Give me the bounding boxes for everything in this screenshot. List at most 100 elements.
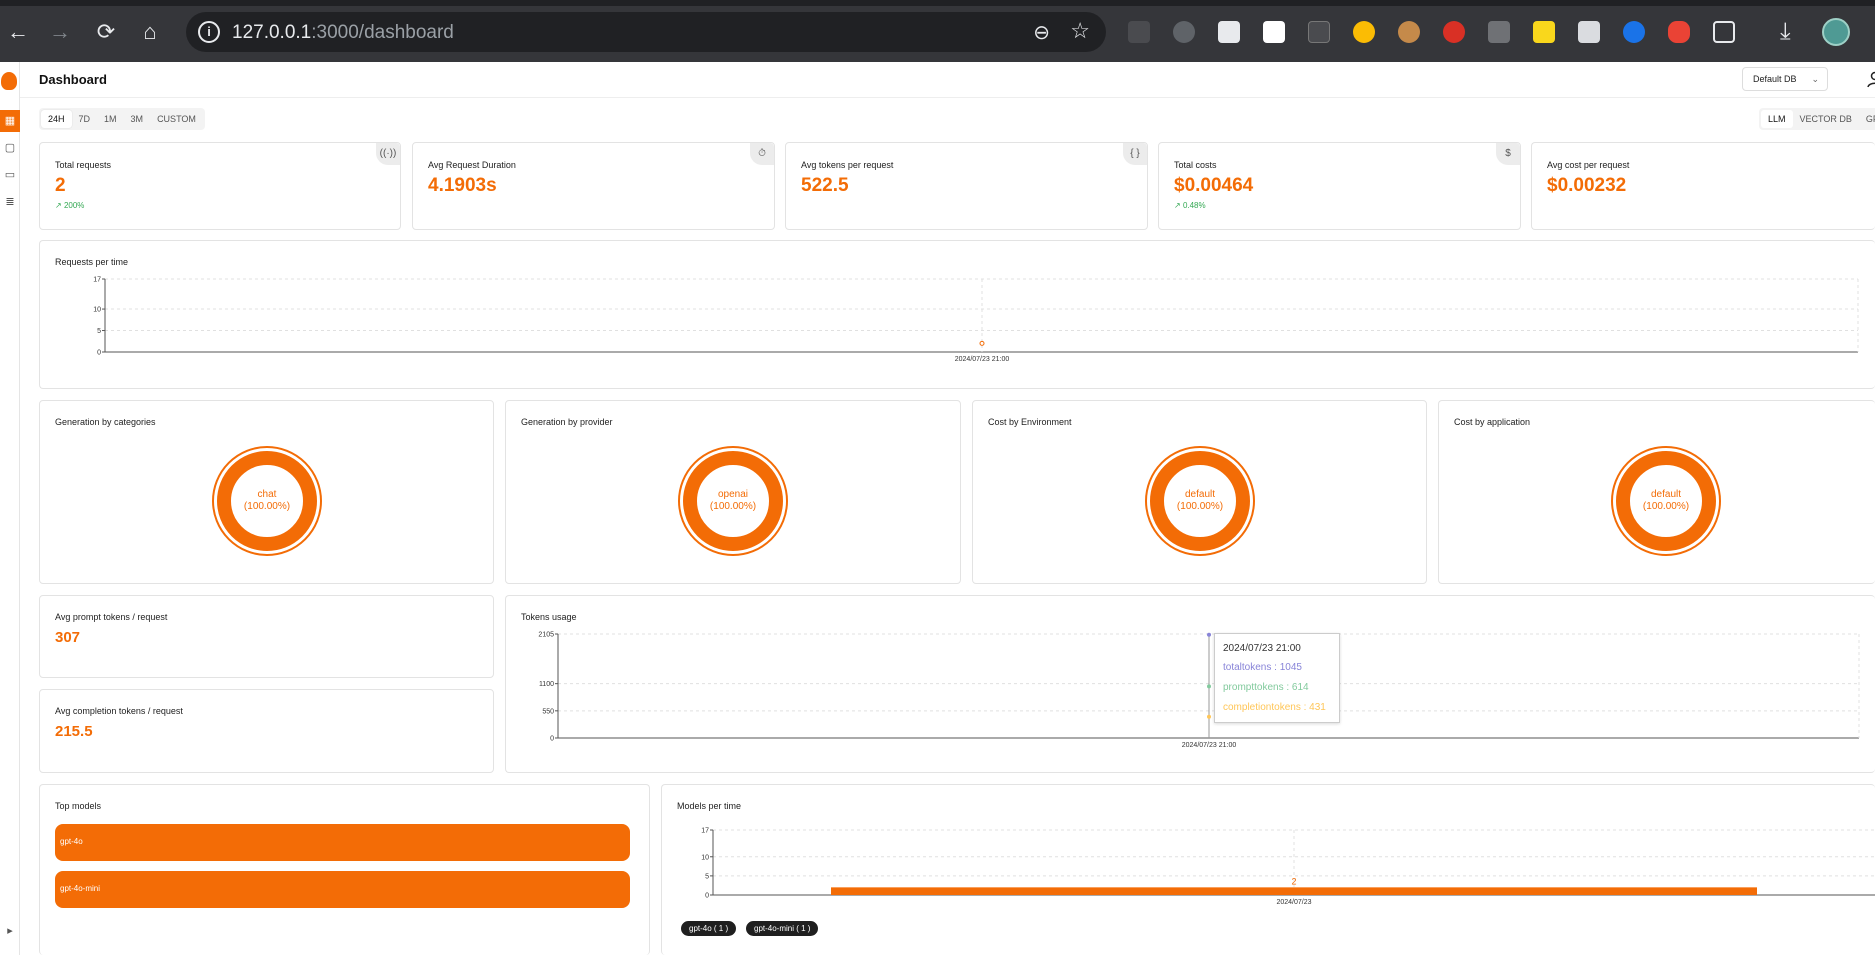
- url-text[interactable]: 127.0.0.1:3000/dashboard: [232, 22, 454, 44]
- model-bar[interactable]: gpt-4o: [55, 824, 630, 861]
- donut-label: chat (100.00%): [243, 489, 291, 512]
- y-tick-label: 10: [701, 854, 709, 861]
- avg-completion-value: 215.5: [55, 723, 93, 740]
- donut-chart: chat (100.00%): [211, 445, 323, 557]
- tab-3m[interactable]: 3M: [124, 110, 151, 128]
- y-tick-label: 1100: [539, 681, 554, 688]
- y-tick-label: 0: [97, 350, 101, 357]
- bar: [831, 887, 1757, 895]
- stat-label: Total costs: [1174, 160, 1217, 170]
- x-tick-label: 2024/07/23 21:00: [1182, 742, 1237, 749]
- avg-prompt-value: 307: [55, 629, 81, 646]
- download-icon[interactable]: ⤓: [1780, 18, 1791, 46]
- sidebar-item-database[interactable]: ≣: [0, 191, 20, 213]
- tab-custom[interactable]: CUSTOM: [150, 110, 203, 128]
- qr-code-icon[interactable]: [1263, 21, 1285, 43]
- requests-per-time-card: Requests per time 17 10 5 0 2024/07/23 21:00: [39, 240, 1875, 389]
- document-icon[interactable]: [1578, 21, 1600, 43]
- time-range-tabs: 24H 7D 1M 3M CUSTOM: [39, 108, 205, 130]
- sidebar-item-requests[interactable]: ▢: [0, 137, 20, 159]
- expand-icon: ▸: [7, 925, 13, 937]
- extension-icon[interactable]: [1218, 21, 1240, 43]
- puzzle-icon[interactable]: [1713, 21, 1735, 43]
- y-tick-label: 2105: [538, 632, 554, 639]
- legend-item[interactable]: gpt-4o-mini ( 1 ): [746, 921, 819, 936]
- donut-label: openai (100.00%): [709, 489, 757, 512]
- cookie-icon[interactable]: [1398, 21, 1420, 43]
- extension-icon[interactable]: [1443, 21, 1465, 43]
- tab-7d[interactable]: 7D: [72, 110, 98, 128]
- stat-card-avg-tokens: Avg tokens per request 522.5 { }: [785, 142, 1148, 230]
- user-icon[interactable]: [1865, 69, 1875, 89]
- donut-chart: default (100.00%): [1144, 445, 1256, 557]
- extension-icon[interactable]: [1488, 21, 1510, 43]
- site-info-icon[interactable]: i: [198, 21, 220, 43]
- y-tick-label: 10: [93, 307, 101, 314]
- grid-icon: ▦: [4, 115, 16, 127]
- reload-icon[interactable]: ⟳: [92, 18, 120, 46]
- model-name: gpt-4o: [60, 837, 83, 846]
- stat-value: $0.00464: [1174, 175, 1254, 196]
- stat-change: ↗ 0.48%: [1174, 201, 1206, 210]
- profile-avatar[interactable]: [1822, 18, 1850, 46]
- stat-value: $0.00232: [1547, 175, 1627, 196]
- tokens-chart: 2105 1100 550 0 2024/07/23 21:00: [538, 632, 1860, 749]
- y-tick-label: 17: [93, 277, 101, 284]
- requests-chart: 17 10 5 0 2024/07/23 21:00: [93, 277, 1859, 363]
- db-select[interactable]: Default DB ⌄: [1742, 67, 1828, 91]
- donut-card-application: Cost by application default (100.00%): [1438, 400, 1875, 584]
- address-bar[interactable]: i 127.0.0.1:3000/dashboard ⊖ ☆: [186, 12, 1106, 52]
- bookmark-star-icon[interactable]: ☆: [1070, 18, 1090, 44]
- bar-label: 2: [1291, 876, 1296, 886]
- tokens-usage-card: Tokens usage 2105 1100 550 0 2024/07/23 21:0…: [505, 595, 1875, 773]
- sidebar-item-dashboard[interactable]: ▦: [0, 110, 20, 132]
- tab-vector-db[interactable]: VECTOR DB: [1793, 110, 1859, 128]
- y-tick-label: 5: [705, 873, 709, 880]
- y-tick-label: 17: [701, 828, 709, 835]
- app-header: Dashboard Default DB ⌄: [20, 62, 1875, 98]
- tab-gpu[interactable]: GPU: [1859, 110, 1875, 128]
- top-models-card: Top models gpt-4o gpt-4o-mini: [39, 784, 650, 955]
- extension-icon[interactable]: [1353, 21, 1375, 43]
- extension-icon[interactable]: [1623, 21, 1645, 43]
- chevron-down-icon: ⌄: [1811, 74, 1819, 84]
- home-icon[interactable]: ⌂: [136, 18, 164, 46]
- dashboard-type-tabs: LLM VECTOR DB GPU: [1759, 108, 1875, 130]
- tab-24h[interactable]: 24H: [41, 110, 72, 128]
- donut-chart: default (100.00%): [1610, 445, 1722, 557]
- extension-icon[interactable]: [1173, 21, 1195, 43]
- extension-icon[interactable]: [1308, 21, 1330, 43]
- donut-card-categories: Generation by categories chat (100.00%): [39, 400, 494, 584]
- extension-icon[interactable]: [1128, 21, 1150, 43]
- stat-label: Total requests: [55, 160, 112, 170]
- stat-value: 4.1903s: [428, 175, 497, 196]
- logo: [1, 72, 17, 90]
- legend-item[interactable]: gpt-4o ( 1 ): [681, 921, 737, 936]
- card-title: Avg prompt tokens / request: [55, 612, 168, 622]
- x-tick-label: 2024/07/23 21:00: [955, 356, 1010, 363]
- highlighter-icon[interactable]: [1533, 21, 1555, 43]
- y-tick-label: 5: [97, 328, 101, 335]
- braces-icon: { }: [1123, 143, 1147, 165]
- stat-change: ↗ 200%: [55, 201, 85, 210]
- stat-card-avg-duration: Avg Request Duration 4.1903s ⏱: [412, 142, 775, 230]
- shield-icon[interactable]: [1668, 21, 1690, 43]
- tab-llm[interactable]: LLM: [1761, 110, 1793, 128]
- donut-label: default (100.00%): [1176, 489, 1224, 512]
- data-point: [979, 340, 985, 346]
- database-icon: ≣: [5, 196, 15, 208]
- data-point: [1207, 632, 1211, 637]
- back-icon[interactable]: ←: [4, 18, 32, 46]
- zoom-icon[interactable]: ⊖: [1033, 20, 1050, 45]
- model-bar[interactable]: gpt-4o-mini: [55, 871, 630, 908]
- tooltip-total: totaltokens : 1045: [1223, 662, 1302, 673]
- forward-icon[interactable]: →: [46, 18, 74, 46]
- tab-1m[interactable]: 1M: [97, 110, 124, 128]
- models-chart: 17 10 5 0 2 2024/07/23: [701, 828, 1875, 906]
- sidebar-item-expand[interactable]: ▸: [0, 920, 20, 942]
- chart-title: Top models: [55, 801, 102, 811]
- trend-up-icon: ↗: [1174, 201, 1181, 210]
- timer-icon: ⏱: [750, 143, 774, 165]
- data-point: [1207, 684, 1211, 689]
- sidebar-item-playground[interactable]: ▭: [0, 164, 20, 186]
